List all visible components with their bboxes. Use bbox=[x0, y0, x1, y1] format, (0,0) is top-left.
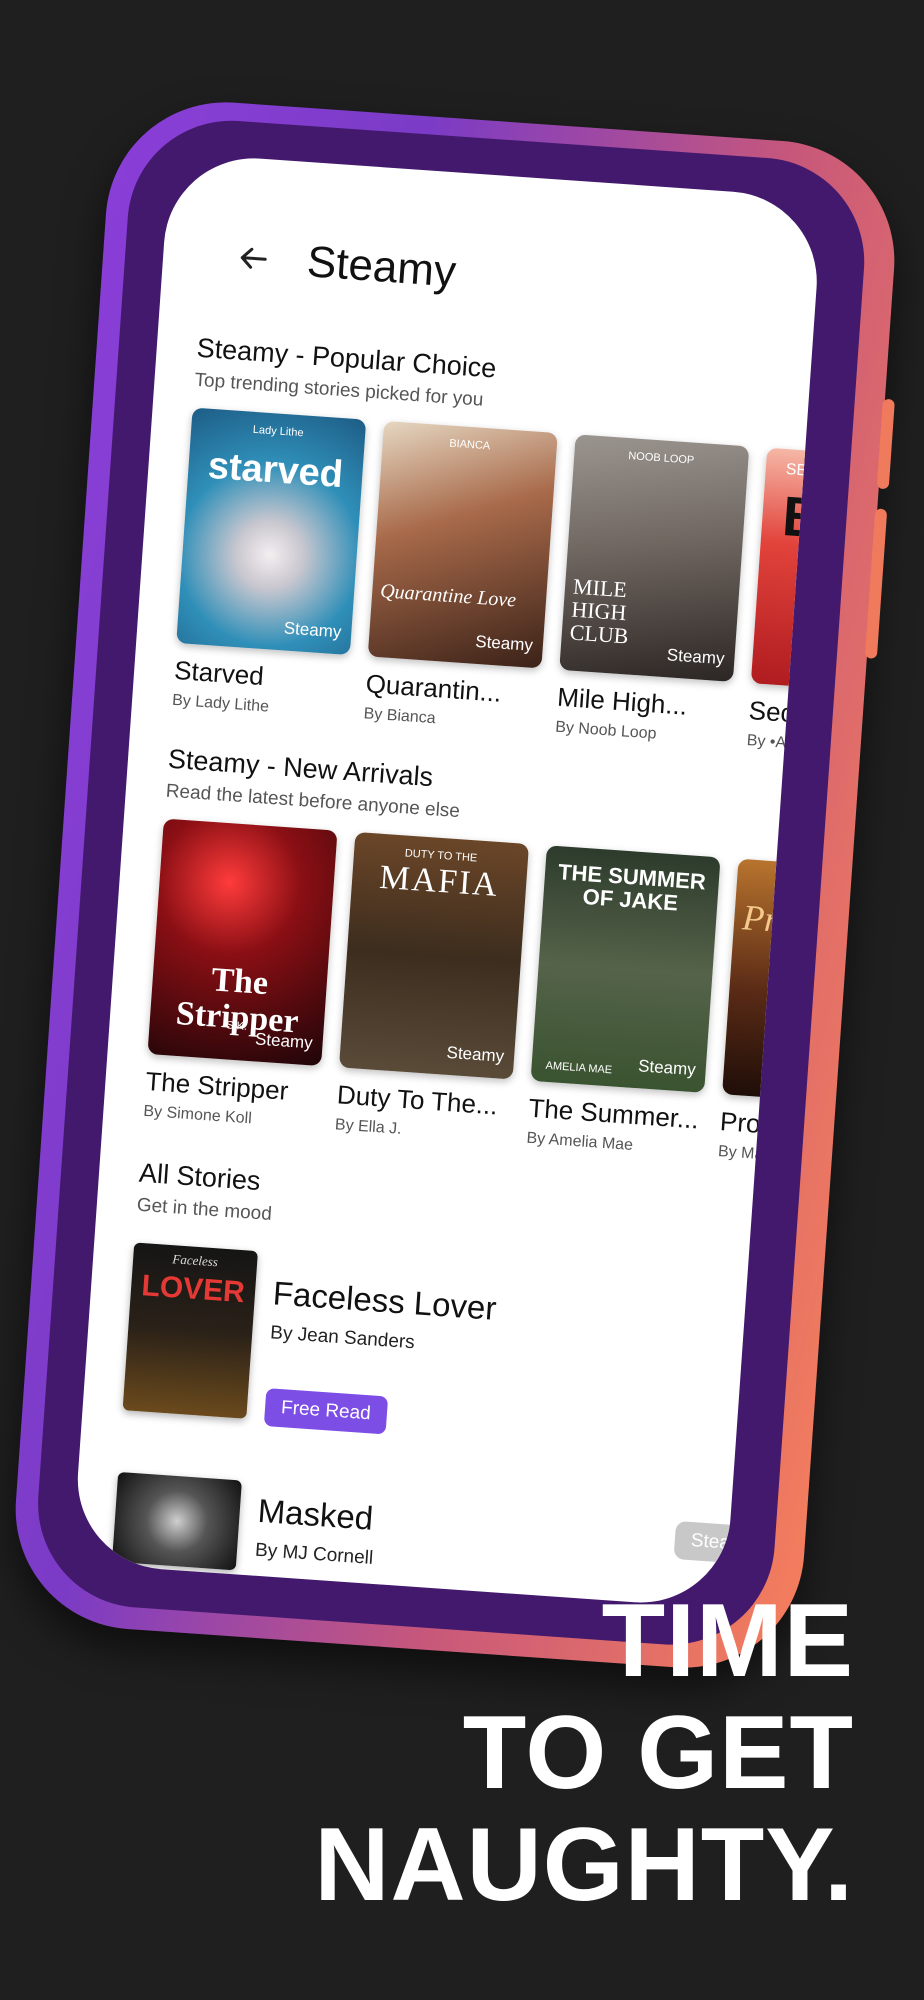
book-title: The Summer... bbox=[527, 1092, 700, 1135]
tagline-line: TIME bbox=[601, 1583, 854, 1699]
cover-brand: Steamy bbox=[446, 1042, 505, 1066]
story-author: By MJ Cornell bbox=[254, 1539, 374, 1569]
cover-title: THE SUMMER OF JAKE bbox=[557, 859, 707, 916]
book-card[interactable]: SECO BL Seco By •An bbox=[746, 447, 823, 762]
story-title: Faceless Lover bbox=[271, 1274, 498, 1327]
cover-title: BL bbox=[780, 484, 823, 553]
back-arrow-icon[interactable] bbox=[232, 237, 275, 280]
cover-author: NOOB LOOP bbox=[627, 450, 695, 467]
cover-title: Quarantine Love bbox=[379, 580, 517, 612]
book-cover: AMELIA MAE THE SUMMER OF JAKE Steamy bbox=[530, 845, 721, 1093]
book-card[interactable]: NOOB LOOP MILE HIGH CLUB Steamy Mile Hig… bbox=[555, 434, 750, 748]
book-card[interactable]: DUTY TO THE MAFIA Steamy Duty To The... … bbox=[334, 831, 530, 1146]
cover-title: MILE HIGH CLUB bbox=[569, 573, 630, 649]
book-author: By Lady Lithe bbox=[171, 691, 270, 716]
cover-brand: Steamy bbox=[254, 1029, 314, 1053]
all-stories-section: All Stories Get in the mood bbox=[136, 1158, 733, 1258]
book-title: Duty To The... bbox=[336, 1079, 499, 1121]
book-card[interactable]: AMELIA MAE THE SUMMER OF JAKE Steamy The… bbox=[526, 845, 721, 1159]
cover-brand: Steamy bbox=[637, 1056, 697, 1080]
book-author: By Mara bbox=[717, 1143, 779, 1165]
tagline-line: TO GET bbox=[462, 1695, 854, 1811]
power-button bbox=[864, 508, 888, 659]
story-author: By Jean Sanders bbox=[269, 1322, 416, 1354]
story-info: Faceless Lover By Jean Sanders Free Read bbox=[263, 1252, 499, 1441]
app-screen: Steamy Steamy - Popular Choice Top trend… bbox=[71, 152, 823, 1609]
cover-title: LOVER bbox=[140, 1269, 246, 1310]
book-title: The Stripper bbox=[144, 1065, 290, 1106]
book-title: Seco bbox=[747, 695, 810, 730]
volume-button bbox=[876, 398, 895, 490]
book-author: By Amelia Mae bbox=[525, 1129, 634, 1155]
story-cover: Faceless LOVER bbox=[122, 1242, 258, 1419]
book-cover: S.K. The Stripper Steamy bbox=[147, 818, 338, 1067]
new-arrivals-section: Steamy - New Arrivals Read the latest be… bbox=[142, 744, 823, 1164]
book-title: Mile High... bbox=[556, 681, 689, 721]
book-author: By Bianca bbox=[363, 705, 437, 728]
cover-brand: Steamy bbox=[283, 618, 343, 642]
book-cover: Prom D bbox=[722, 858, 823, 1107]
cover-title: Prom D bbox=[741, 897, 823, 945]
book-author: By Simone Koll bbox=[142, 1102, 253, 1128]
story-info: Masked By MJ Cornell bbox=[254, 1482, 378, 1580]
book-cover: BIANCA Quarantine Love Steamy bbox=[367, 420, 558, 669]
popular-section: Steamy - Popular Choice Top trending sto… bbox=[171, 333, 823, 752]
book-title: Promi bbox=[719, 1106, 789, 1141]
cover-title: starved bbox=[206, 444, 345, 497]
page-title: Steamy bbox=[305, 237, 458, 297]
story-cover bbox=[111, 1471, 242, 1571]
book-carousel[interactable]: Lady Lithe starved Steamy Starved By Lad… bbox=[171, 407, 823, 752]
cover-author: BIANCA bbox=[448, 437, 491, 453]
book-card[interactable]: S.K. The Stripper Steamy The Stripper By… bbox=[142, 818, 338, 1133]
phone-bezel: Steamy Steamy - Popular Choice Top trend… bbox=[31, 113, 872, 1652]
book-author: By •An bbox=[746, 732, 796, 753]
story-list-item[interactable]: Faceless LOVER Faceless Lover By Jean Sa… bbox=[122, 1242, 727, 1457]
cover-brand: Steamy bbox=[474, 631, 534, 655]
cover-brand: Steamy bbox=[666, 645, 726, 669]
story-title: Masked bbox=[256, 1491, 375, 1537]
book-carousel[interactable]: S.K. The Stripper Steamy The Stripper By… bbox=[142, 818, 823, 1164]
book-author: By Ella J. bbox=[334, 1116, 403, 1138]
book-cover: Lady Lithe starved Steamy bbox=[176, 407, 367, 656]
cover-author: Lady Lithe bbox=[252, 423, 304, 440]
book-title: Quarantin... bbox=[364, 668, 503, 708]
top-app-bar: Steamy bbox=[230, 217, 778, 335]
book-card[interactable]: Lady Lithe starved Steamy Starved By Lad… bbox=[171, 407, 367, 722]
cover-title: The Stripper bbox=[174, 961, 300, 1041]
book-title: Starved bbox=[173, 654, 265, 692]
free-read-button[interactable]: Free Read bbox=[263, 1388, 388, 1435]
book-cover: SECO BL bbox=[750, 447, 823, 696]
book-author: By Noob Loop bbox=[554, 718, 658, 743]
book-cover: NOOB LOOP MILE HIGH CLUB Steamy bbox=[559, 434, 750, 682]
book-card[interactable]: BIANCA Quarantine Love Steamy Quarantin.… bbox=[363, 420, 558, 735]
promo-tagline: TIME TO GET NAUGHTY. bbox=[314, 1585, 854, 1921]
book-card[interactable]: Prom D Promi By Mara bbox=[717, 858, 823, 1173]
tagline-line: NAUGHTY. bbox=[314, 1807, 854, 1923]
book-cover: DUTY TO THE MAFIA Steamy bbox=[338, 831, 530, 1080]
phone-frame: Steamy Steamy - Popular Choice Top trend… bbox=[7, 94, 903, 1676]
